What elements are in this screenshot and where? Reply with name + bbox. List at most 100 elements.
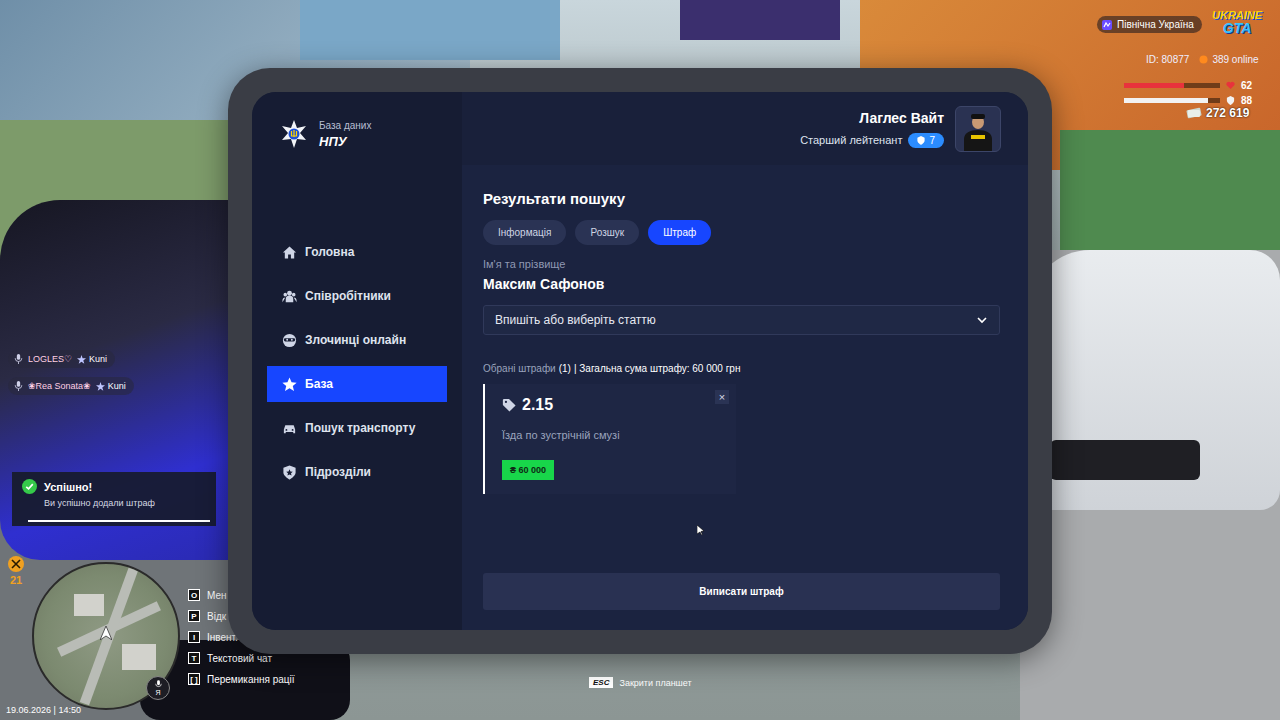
map-building (74, 594, 104, 616)
user-info: Лаглес ВайтСтарший лейтенант7 (800, 110, 944, 148)
article-select[interactable]: Впишіть або виберіть статтю (483, 305, 1000, 335)
heart-icon (1226, 81, 1235, 90)
sidebar-item[interactable]: Злочинці онлайн (267, 322, 447, 358)
tablet: База данихНПУ Головна Співробітники Злочинц… (228, 68, 1052, 654)
sidebar-item[interactable]: Головна (267, 234, 447, 270)
key-cap: [ ] (188, 673, 200, 685)
header: Лаглес ВайтСтарший лейтенант7 (462, 92, 1028, 165)
server-badge: Північна Україна (1097, 16, 1202, 33)
billboard (680, 0, 840, 40)
menu-icon (282, 421, 297, 436)
hotkey-label: Відк (207, 611, 226, 622)
sidebar-label[interactable]: Злочинці онлайн (305, 333, 406, 347)
tab[interactable]: Розшук (575, 220, 639, 245)
officer-avatar-icon (962, 111, 994, 151)
user-rank: Старший лейтенант (800, 134, 902, 146)
fine-list: 2.15 Їзда по зустрічній смузі ₴ 60 000 × (483, 384, 1000, 494)
voice-tag: Kuni (96, 381, 126, 391)
avatar (955, 106, 1001, 152)
esc-hint: ESCЗакрити планшет (589, 677, 692, 688)
key-cap: P (188, 610, 200, 622)
cash-icon (1186, 107, 1202, 119)
server-icon (1102, 20, 1112, 30)
article-description: Їзда по зустрічній смузі (502, 429, 722, 441)
weapon-badge: 21 (8, 556, 24, 586)
sidebar-item[interactable]: Співробітники (267, 278, 447, 314)
key-cap: O (188, 589, 200, 601)
server-name: Північна Україна (1117, 19, 1194, 30)
remove-button[interactable]: × (715, 390, 729, 404)
summary-count: (1) (559, 363, 571, 374)
voice-entry: LOGLES♡ Kuni (8, 350, 115, 368)
fine-head: 2.15 (502, 396, 722, 414)
online-count: 389 online (1199, 54, 1258, 65)
app-title: База данихНПУ (319, 120, 371, 149)
player-arrow-icon (100, 626, 112, 640)
tab[interactable]: Інформація (483, 220, 566, 245)
game-logo: UKRAINEGTA (1212, 10, 1262, 35)
submit-button[interactable]: Виписати штраф (483, 573, 1000, 610)
notification-head: Успішно! (22, 479, 216, 494)
app-name: НПУ (319, 134, 371, 149)
voice-key-label: Я (155, 689, 160, 696)
online-icon (1199, 55, 1208, 64)
menu-icon (282, 333, 297, 348)
sidebar-menu: Головна Співробітники Злочинці онлайн База П… (252, 234, 462, 490)
sidebar-label[interactable]: Співробітники (305, 289, 391, 303)
rank-row: Старший лейтенант 7 (800, 133, 944, 148)
sidebar-item[interactable]: Пошук транспорту (267, 410, 447, 446)
microphone-icon (14, 381, 23, 391)
sidebar-label[interactable]: Пошук транспорту (305, 421, 415, 435)
hotkey-label: Перемикання рації (207, 674, 295, 685)
key-cap: I (188, 631, 200, 643)
sidebar-label[interactable]: База (305, 377, 333, 391)
notification: Успішно! Ви успішно додали штраф (12, 472, 216, 526)
content: Результати пошуку Інформація Розшук Штраф Ім… (462, 165, 1028, 630)
sidebar-item[interactable]: База (267, 366, 447, 402)
building (300, 0, 560, 60)
cursor-icon (697, 525, 705, 535)
star-icon (96, 382, 105, 391)
map-building (122, 644, 156, 670)
stat-fill (1124, 98, 1208, 103)
tab-bar: Інформація Розшук Штраф (483, 220, 1000, 245)
money: 272 619 (1186, 106, 1249, 120)
stat-bar: 88 (1124, 95, 1252, 106)
field-label: Ім'я та прізвище (483, 258, 1000, 270)
tag-name: Kuni (89, 354, 107, 364)
player-info: ID: 80877389 online (1146, 54, 1259, 65)
menu-icon (282, 465, 297, 480)
stat-value: 88 (1241, 95, 1252, 106)
logo-line: GTA (1223, 21, 1252, 35)
notification-message: Ви успішно додали штраф (44, 498, 216, 508)
hotkey: [ ] Перемикання рації (188, 673, 295, 685)
chevron-down-icon (977, 317, 987, 324)
stat-track (1124, 83, 1220, 88)
menu-icon (282, 245, 297, 260)
hotkey-label: Мен (207, 590, 227, 601)
level-value: 7 (929, 135, 935, 146)
select-placeholder[interactable]: Впишіть або виберіть статтю (495, 313, 656, 327)
sidebar-label[interactable]: Підрозділи (305, 465, 371, 479)
sidebar: База данихНПУ Головна Співробітники Злочинц… (252, 92, 462, 630)
shield-icon (917, 136, 925, 145)
page-title: Результати пошуку (483, 190, 1000, 207)
stat-fill (1124, 83, 1184, 88)
article-code: 2.15 (522, 396, 553, 414)
fine-amount: ₴ 60 000 (502, 460, 554, 480)
stat-bar: 62 (1124, 80, 1252, 91)
voice-entry: ❀Rea Sonata❀Kuni (8, 377, 134, 395)
notification-title: Успішно! (44, 481, 92, 493)
summary-total: | Загальна сума штрафу: 60 000 грн (574, 363, 740, 374)
sidebar-item[interactable]: Підрозділи (267, 454, 447, 490)
sidebar-label[interactable]: Головна (305, 245, 354, 259)
menu-icon (282, 289, 297, 304)
fine-summary: Обрані штрафи(1)| Загальна сума штрафу: … (483, 363, 1000, 374)
tab[interactable]: Штраф (648, 220, 711, 245)
online-text: 389 online (1212, 54, 1258, 65)
check-icon (22, 479, 37, 494)
hotkey-label: Текстовий чат (207, 653, 272, 664)
player-name: LOGLES♡ (28, 354, 72, 364)
microphone-icon (155, 680, 162, 689)
voice-key: Я (146, 676, 170, 700)
